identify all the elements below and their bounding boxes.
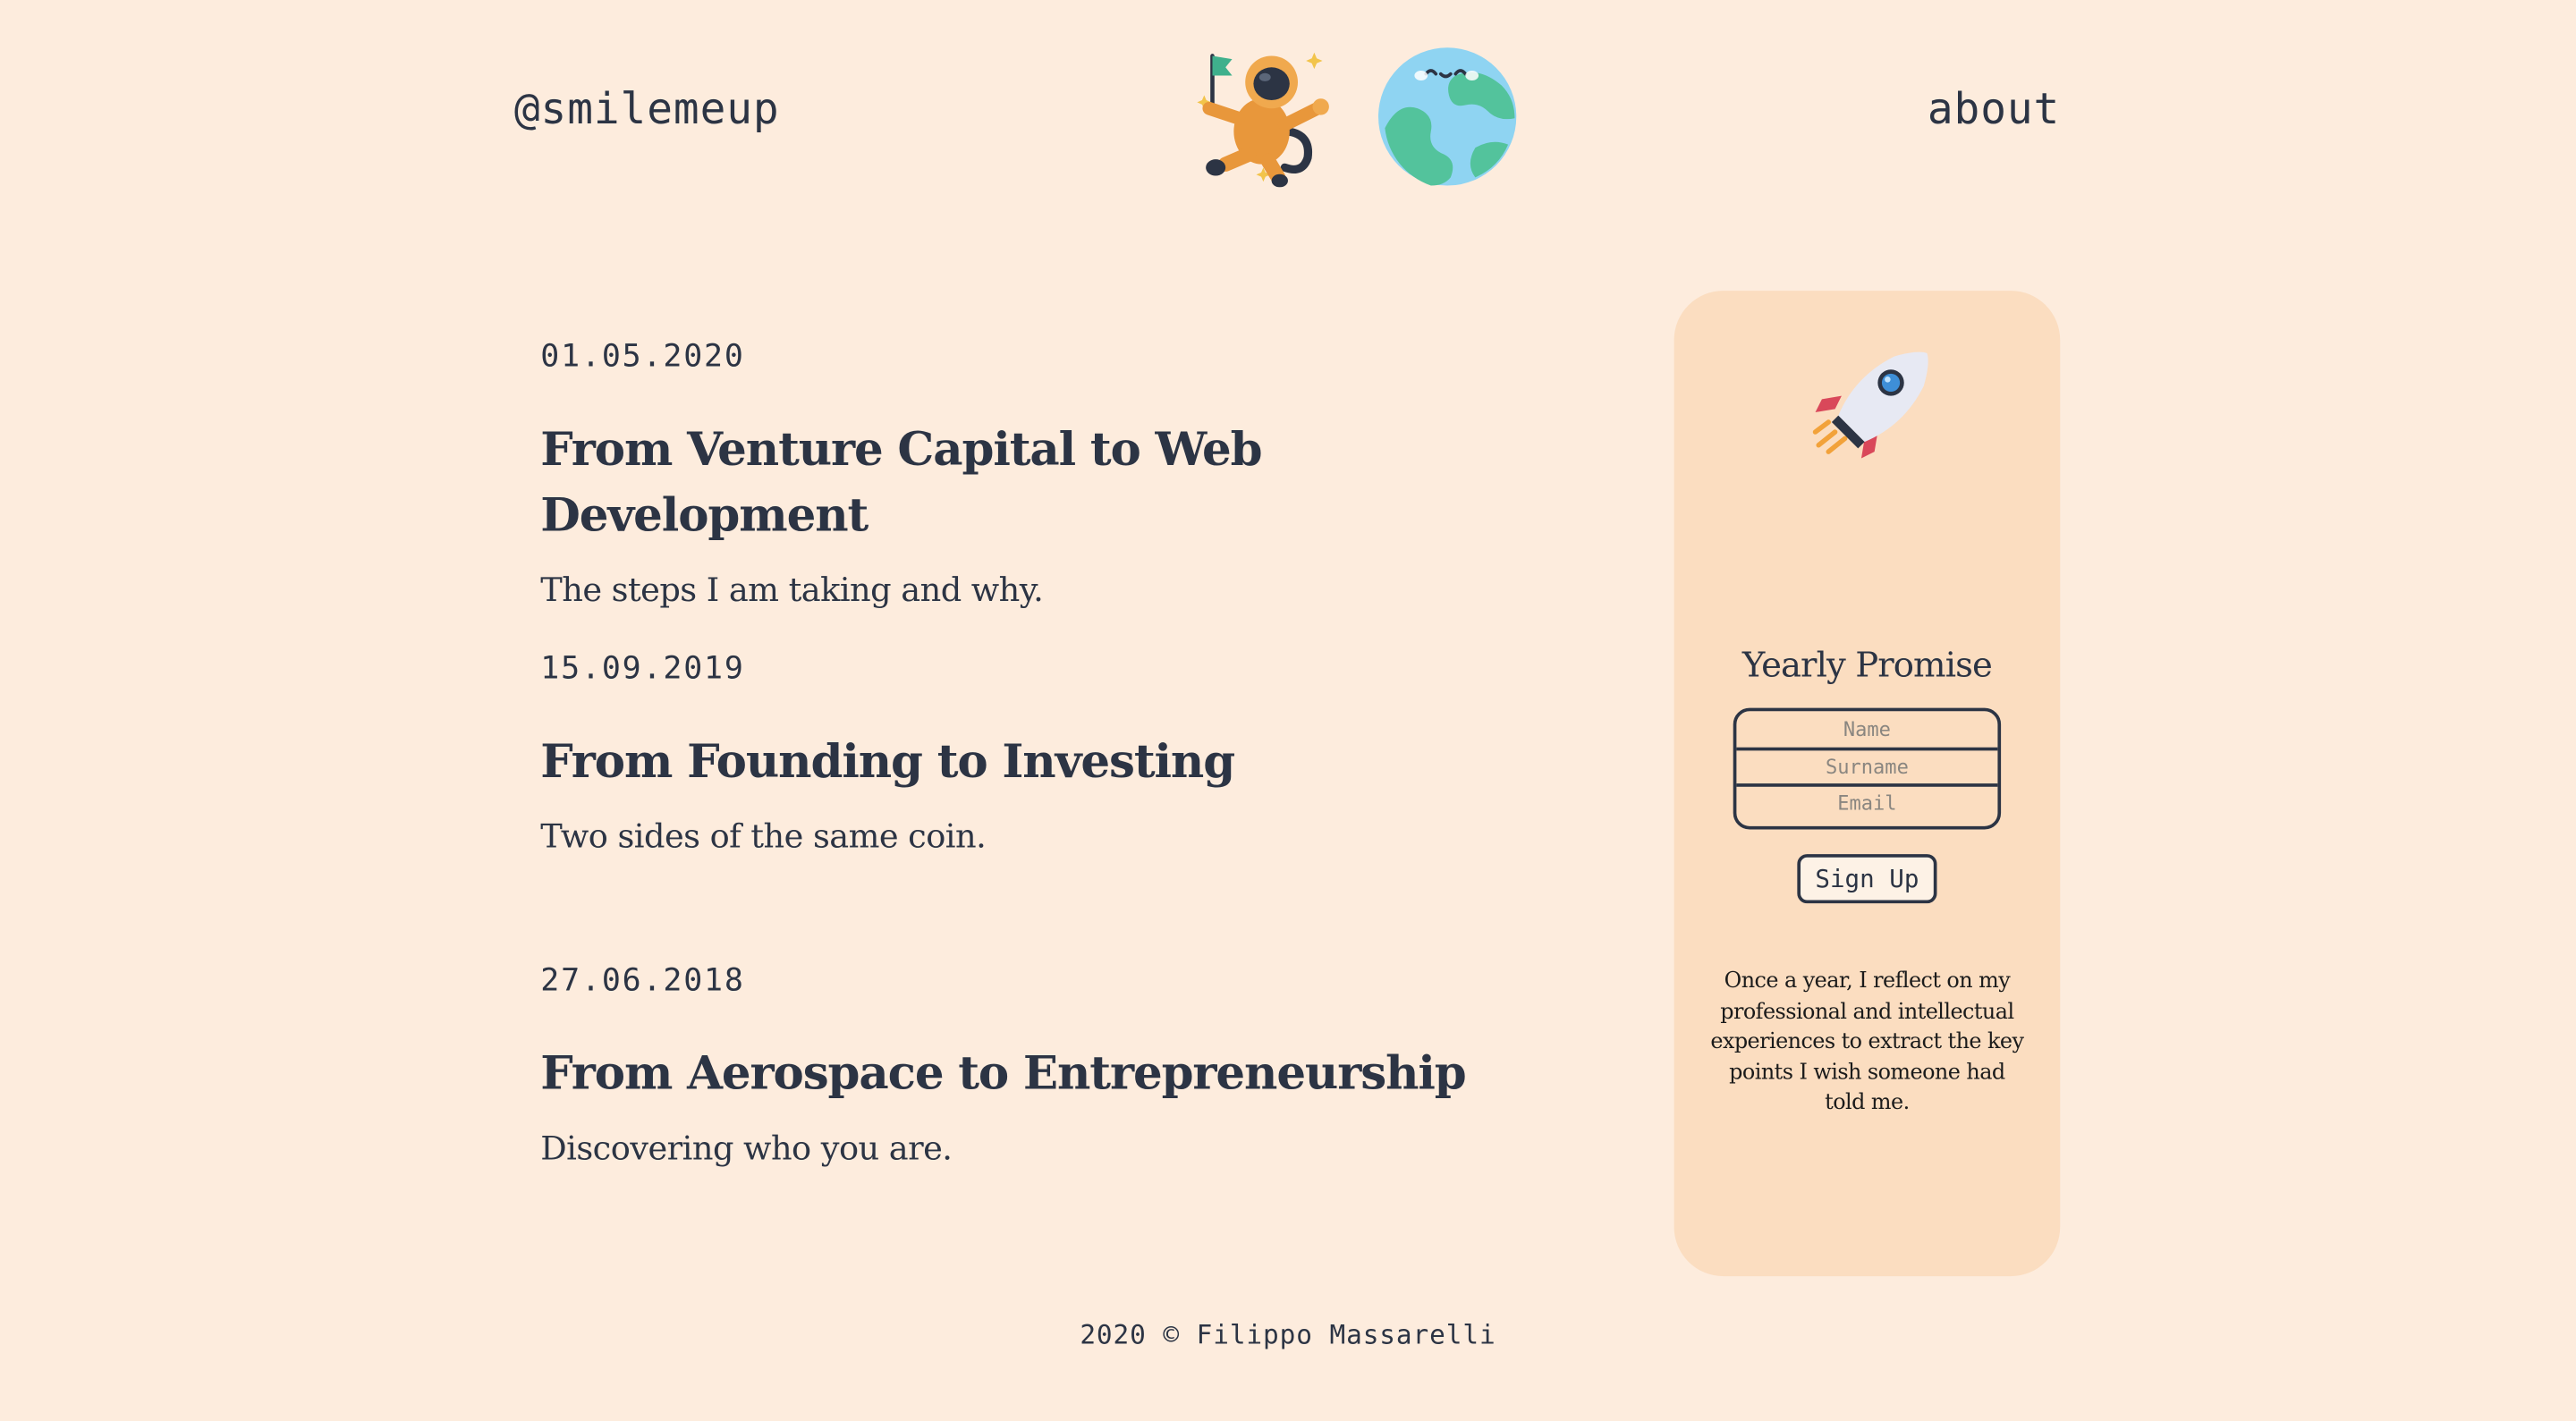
surname-input[interactable] <box>1736 747 1998 784</box>
rocket-icon <box>1812 351 1928 459</box>
post-subtitle: Two sides of the same coin. <box>540 816 987 856</box>
post-item: 27.06.2018 From Aerospace to Entrepreneu… <box>540 952 1591 1265</box>
post-item: 15.09.2019 From Founding to Investing Tw… <box>540 640 1591 952</box>
about-link[interactable]: about <box>1928 86 2060 135</box>
signup-form-fields <box>1733 707 2002 830</box>
yearly-promise-card: Yearly Promise Sign Up Once a year, I re… <box>1674 291 2061 1277</box>
footer-copyright: 2020 © Filippo Massarelli <box>1080 1318 1496 1350</box>
post-date: 15.09.2019 <box>540 650 745 687</box>
post-subtitle: Discovering who you are. <box>540 1128 953 1168</box>
brand-link[interactable]: @smilemeup <box>514 86 780 135</box>
post-list: 01.05.2020 From Venture Capital to Web D… <box>540 328 1591 1265</box>
post-item: 01.05.2020 From Venture Capital to Web D… <box>540 328 1591 640</box>
astronaut-icon <box>1197 52 1329 188</box>
promise-title: Yearly Promise <box>1741 645 1993 685</box>
email-input[interactable] <box>1736 783 1998 820</box>
name-input[interactable] <box>1736 711 1998 748</box>
post-title-link[interactable]: From Aerospace to Entrepreneurship <box>540 1041 1466 1106</box>
post-date: 27.06.2018 <box>540 962 745 999</box>
post-title-link[interactable]: From Venture Capital to Web Development <box>540 418 1591 549</box>
post-title-link[interactable]: From Founding to Investing <box>540 729 1235 794</box>
post-date: 01.05.2020 <box>540 338 745 375</box>
earth-icon <box>1377 47 1517 186</box>
promise-description: Once a year, I reflect on my professiona… <box>1710 968 2024 1116</box>
post-subtitle: The steps I am taking and why. <box>540 570 1044 610</box>
page: @smilemeup about 01.05.2020 From Venture… <box>0 0 2576 1421</box>
sign-up-button[interactable]: Sign Up <box>1797 854 1937 904</box>
